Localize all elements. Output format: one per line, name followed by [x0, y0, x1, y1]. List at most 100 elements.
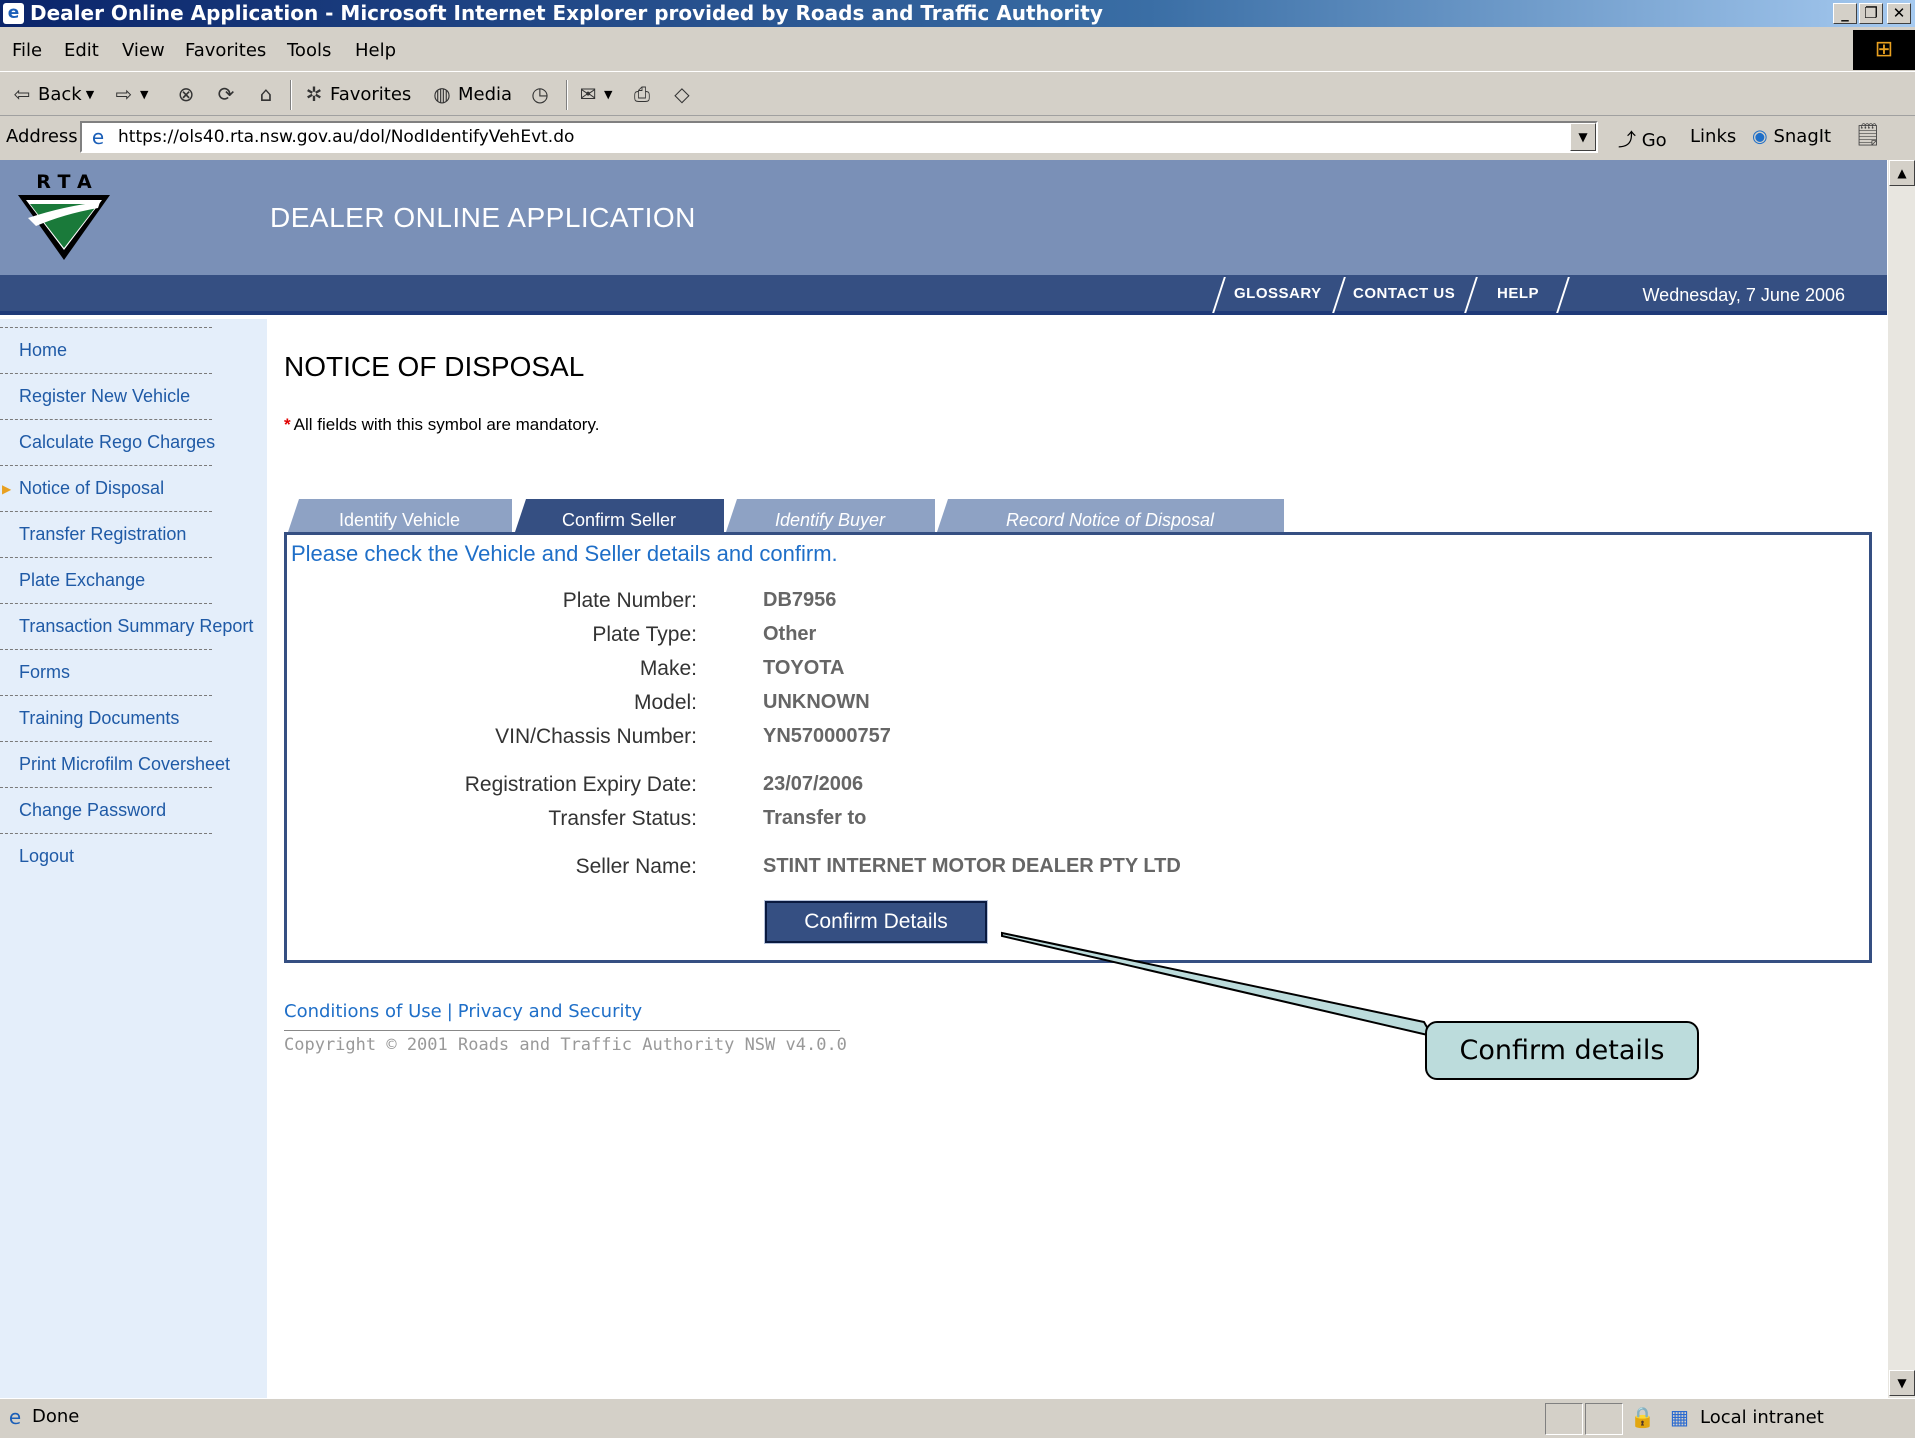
- home-icon: ⌂: [259, 82, 273, 106]
- logo-letters: R T A: [36, 171, 92, 193]
- footer-divider: [284, 1030, 840, 1031]
- tab-identify-buyer[interactable]: Identify Buyer: [725, 499, 935, 535]
- field-label: Make:: [639, 657, 697, 680]
- status-text: Done: [32, 1406, 80, 1427]
- sidebar-item-forms[interactable]: Forms: [0, 649, 212, 695]
- tab-record-notice-of-disposal[interactable]: Record Notice of Disposal: [936, 499, 1284, 535]
- nav-contact-us[interactable]: CONTACT US: [1353, 285, 1455, 302]
- favorites-star-icon: ✲: [305, 82, 323, 106]
- field-row-plate-type: Plate Type: Other: [287, 623, 1787, 653]
- sidebar-item-notice-of-disposal[interactable]: ▶ Notice of Disposal: [0, 465, 212, 511]
- print-button[interactable]: ⎙: [630, 82, 654, 106]
- menu-file[interactable]: File: [12, 40, 42, 61]
- restore-button[interactable]: ❐: [1859, 3, 1883, 24]
- toolbar-divider: [290, 80, 292, 110]
- sidebar-item-label: Logout: [19, 846, 75, 866]
- refresh-button[interactable]: ⟳: [214, 82, 238, 106]
- address-dropdown-button[interactable]: ▼: [1570, 123, 1596, 151]
- media-button[interactable]: ◍ Media: [430, 82, 512, 106]
- media-label: Media: [458, 83, 513, 105]
- callout-box: Confirm details: [1425, 1021, 1699, 1080]
- vertical-scrollbar[interactable]: ▲ ▼: [1887, 160, 1915, 1398]
- sidebar-item-logout[interactable]: Logout: [0, 833, 212, 879]
- site-banner: R T A DEALER ONLINE APPLICATION: [0, 160, 1887, 275]
- sidebar-item-training-documents[interactable]: Training Documents: [0, 695, 212, 741]
- stop-button[interactable]: ⊗: [174, 82, 198, 106]
- field-label: Plate Number:: [562, 589, 697, 612]
- field-row-make: Make: TOYOTA: [287, 657, 1787, 687]
- history-button[interactable]: ◷: [528, 82, 552, 106]
- status-bar: e Done 🔒 ▦ Local intranet: [0, 1398, 1915, 1438]
- ie-icon: e: [3, 3, 24, 24]
- close-button[interactable]: ✕: [1887, 3, 1911, 24]
- favorites-label: Favorites: [330, 83, 412, 105]
- copyright-text: Copyright © 2001 Roads and Traffic Autho…: [284, 1035, 847, 1055]
- links-button[interactable]: Links: [1690, 126, 1736, 147]
- nav-divider: [1332, 277, 1346, 313]
- chevron-down-icon: ▼: [140, 87, 149, 101]
- field-row-plate-number: Plate Number: DB7956: [287, 589, 1787, 619]
- sidebar-item-label: Change Password: [19, 800, 167, 820]
- menu-tools[interactable]: Tools: [287, 40, 331, 61]
- sidebar-item-transaction-summary-report[interactable]: Transaction Summary Report: [0, 603, 253, 649]
- nav-help[interactable]: HELP: [1497, 285, 1539, 302]
- field-label: Plate Type:: [592, 623, 697, 646]
- nav-glossary[interactable]: GLOSSARY: [1234, 285, 1322, 302]
- menu-edit[interactable]: Edit: [64, 40, 99, 61]
- home-button[interactable]: ⌂: [254, 82, 278, 106]
- page-viewport: R T A DEALER ONLINE APPLICATION GLOSSARY…: [0, 160, 1915, 1398]
- snagit-button[interactable]: ◉ SnagIt: [1752, 126, 1831, 147]
- sidebar-item-register-new-vehicle[interactable]: Register New Vehicle: [0, 373, 212, 419]
- menu-help[interactable]: Help: [355, 40, 396, 61]
- nav-divider: [1464, 277, 1478, 313]
- scroll-down-button[interactable]: ▼: [1889, 1370, 1915, 1396]
- sidebar-item-print-microfilm-coversheet[interactable]: Print Microfilm Coversheet: [0, 741, 230, 787]
- refresh-icon: ⟳: [217, 82, 235, 106]
- forward-button[interactable]: ⇨ ▼: [112, 82, 149, 106]
- back-button[interactable]: ⇦ Back ▼: [10, 82, 95, 106]
- extension-icon[interactable]: 🗒: [1854, 123, 1882, 148]
- address-url: https://ols40.rta.nsw.gov.au/dol/NodIden…: [118, 127, 575, 147]
- menu-favorites[interactable]: Favorites: [185, 40, 266, 61]
- menu-view[interactable]: View: [122, 40, 165, 61]
- back-label: Back: [38, 83, 82, 105]
- mail-button[interactable]: ✉ ▼: [576, 82, 613, 106]
- history-icon: ◷: [531, 82, 549, 106]
- sidebar-item-transfer-registration[interactable]: Transfer Registration: [0, 511, 212, 557]
- go-button[interactable]: ⤴ Go: [1618, 126, 1667, 152]
- snagit-icon: ◉: [1752, 126, 1768, 147]
- status-panel: [1585, 1403, 1623, 1435]
- media-icon: ◍: [433, 82, 451, 106]
- field-row-transfer-status: Transfer Status: Transfer to: [287, 807, 1787, 837]
- sidebar-item-home[interactable]: Home: [0, 327, 212, 373]
- mandatory-text: All fields with this symbol are mandator…: [293, 415, 600, 434]
- top-nav: GLOSSARY CONTACT US HELP Wednesday, 7 Ju…: [0, 275, 1887, 315]
- menu-bar: File Edit View Favorites Tools Help ⊞: [0, 30, 1915, 72]
- mandatory-star-icon: *: [284, 415, 291, 434]
- stop-icon: ⊗: [177, 82, 195, 106]
- field-row-registration-expiry-date: Registration Expiry Date: 23/07/2006: [287, 773, 1787, 803]
- privacy-and-security-link[interactable]: Privacy and Security: [458, 1001, 642, 1022]
- sidebar-item-plate-exchange[interactable]: Plate Exchange: [0, 557, 212, 603]
- minimize-button[interactable]: _: [1833, 3, 1857, 24]
- field-value: STINT INTERNET MOTOR DEALER PTY LTD: [763, 855, 1181, 877]
- tab-identify-vehicle[interactable]: Identify Vehicle: [287, 499, 512, 535]
- intranet-zone-icon: ▦: [1670, 1405, 1689, 1429]
- chevron-down-icon: ▼: [604, 87, 613, 101]
- edit-page-button[interactable]: ◇: [670, 82, 694, 106]
- conditions-of-use-link[interactable]: Conditions of Use: [284, 1001, 442, 1022]
- favorites-button[interactable]: ✲ Favorites: [302, 82, 412, 106]
- confirm-details-button[interactable]: Confirm Details: [764, 900, 988, 944]
- edit-icon: ◇: [674, 82, 690, 106]
- sidebar-item-change-password[interactable]: Change Password: [0, 787, 212, 833]
- field-value: Transfer to: [763, 807, 867, 829]
- scroll-up-button[interactable]: ▲: [1889, 160, 1915, 186]
- sidebar-item-calculate-rego-charges[interactable]: Calculate Rego Charges: [0, 419, 215, 465]
- address-input[interactable]: e https://ols40.rta.nsw.gov.au/dol/NodId…: [80, 121, 1598, 153]
- field-label: VIN/Chassis Number:: [495, 725, 697, 748]
- windows-logo-icon: ⊞: [1853, 30, 1915, 70]
- field-row-model: Model: UNKNOWN: [287, 691, 1787, 721]
- tab-confirm-seller[interactable]: Confirm Seller: [514, 499, 724, 535]
- lock-icon: 🔒: [1630, 1405, 1655, 1429]
- field-value: Other: [763, 623, 817, 645]
